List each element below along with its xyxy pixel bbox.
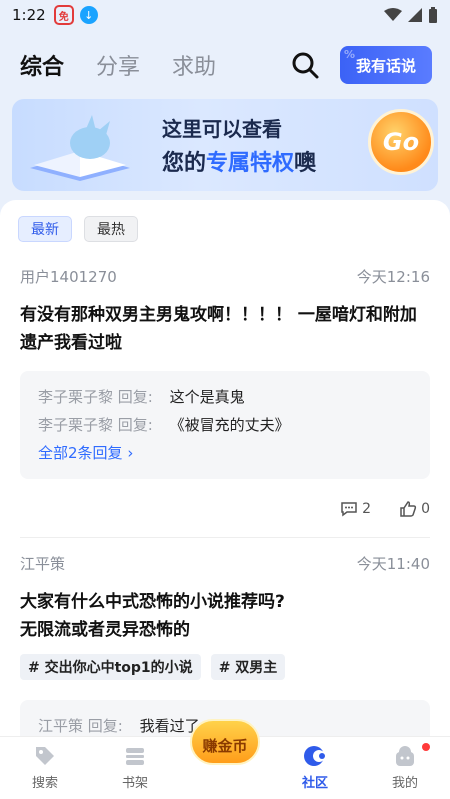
community-feed: 最新 最热 用户1401270 今天12:16 有没有那种双男主男鬼攻啊！！！！… [0,200,450,736]
reply-item: 李子栗子黎 回复: 《被冒充的丈夫》 [38,411,412,439]
all-replies-label: 全部2条回复 [38,444,123,462]
tab-help[interactable]: 求助 [172,49,216,81]
banner-line2: 您的专属特权噢 [162,145,316,177]
reply-author: 李子栗子黎 回复: [38,388,153,406]
banner-line2-suffix: 噢 [294,151,317,176]
nav-community[interactable]: 社区 [270,737,360,799]
profile-icon [396,746,414,766]
app-notification-icon: 免 [53,5,74,25]
reply-text: 我看过了 [139,717,200,735]
signal-icon [408,8,422,22]
shelf-icon [126,748,144,765]
post-title[interactable]: 大家有什么中式恐怖的小说推荐吗? 无限流或者灵异恐怖的 [20,588,430,644]
post-author[interactable]: 江平策 [20,553,65,574]
go-button[interactable]: Go [368,109,434,175]
post-card[interactable]: 用户1401270 今天12:16 有没有那种双男主男鬼攻啊！！！！ 一屋喑灯和… [20,266,430,538]
privilege-banner[interactable]: 这里可以查看 您的专属特权噢 Go [12,99,438,191]
post-header: 用户1401270 今天12:16 [20,266,430,287]
post-button[interactable]: % 我有话说 [340,46,432,84]
like-button[interactable]: 0 [399,501,430,517]
wifi-icon [384,8,402,21]
post-time: 今天11:40 [356,555,430,573]
chevron-right-icon: › [127,444,134,462]
post-card[interactable]: 江平策 今天11:40 大家有什么中式恐怖的小说推荐吗? 无限流或者灵异恐怖的 … [20,553,430,736]
all-replies-link[interactable]: 全部2条回复 › [38,439,412,467]
reply-text: 《被冒充的丈夫》 [169,416,290,434]
notification-dot [422,743,430,751]
post-tags: # 交出你心中top1的小说 # 双男主 [20,654,430,680]
tab-share[interactable]: 分享 [96,49,140,81]
banner-highlight: 专属特权 [206,151,295,176]
nav-earn-coins[interactable]: 赚金币 [180,719,270,799]
banner-line2-prefix: 您的 [162,151,207,176]
banner-line1: 这里可以查看 [162,117,282,141]
reply-item: 李子栗子黎 回复: 这个是真鬼 [38,383,412,411]
reply-text: 这个是真鬼 [169,388,245,406]
download-icon: ↓ [79,6,98,24]
status-bar: 1:22 免 ↓ [0,0,450,30]
post-author[interactable]: 用户1401270 [20,266,117,287]
topic-tag[interactable]: # 交出你心中top1的小说 [20,654,201,680]
clock: 1:22 [12,6,46,24]
reply-author: 江平策 回复: [38,717,123,735]
nav-label: 搜索 [31,776,58,791]
chip-latest[interactable]: 最新 [18,216,72,242]
bottom-nav: 搜索 书架 赚金币 社区 我的 [0,719,450,799]
coin-icon: 赚金币 [190,719,260,765]
post-header: 江平策 今天11:40 [20,553,430,574]
chip-hot[interactable]: 最热 [84,216,138,242]
like-count: 0 [421,501,430,517]
comment-count: 2 [362,501,372,517]
comment-button[interactable]: 2 [340,501,371,517]
post-title[interactable]: 有没有那种双男主男鬼攻啊！！！！ 一屋喑灯和附加遗产我看过啦 [20,301,430,357]
nav-profile[interactable]: 我的 [360,737,450,799]
tag-icon [36,747,54,765]
percent-icon: % [344,48,356,61]
nav-label: 我的 [391,776,418,791]
reply-author: 李子栗子黎 回复: [38,416,153,434]
nav-label: 书架 [121,776,148,791]
topic-tag[interactable]: # 双男主 [210,654,286,680]
comment-icon [341,502,357,517]
nav-label: 赚金币 [202,737,248,755]
post-actions: 2 0 [20,501,430,517]
community-icon [304,746,325,766]
divider [20,537,430,538]
nav-bookshelf[interactable]: 书架 [90,737,180,799]
nav-label: 社区 [301,776,328,791]
reply-box[interactable]: 李子栗子黎 回复: 这个是真鬼 李子栗子黎 回复: 《被冒充的丈夫》 全部2条回… [20,371,430,479]
tab-general[interactable]: 综合 [20,49,64,81]
post-button-label: 我有话说 [355,56,416,75]
top-bar: 综合 分享 求助 % 我有话说 [0,42,450,88]
search-icon[interactable] [290,50,320,80]
thumbs-up-icon [400,501,417,517]
post-time: 今天12:16 [356,268,430,286]
book-mascot-icon [30,115,130,181]
sort-chips: 最新 最热 [18,216,138,242]
nav-search[interactable]: 搜索 [0,737,90,799]
battery-icon [429,7,437,23]
